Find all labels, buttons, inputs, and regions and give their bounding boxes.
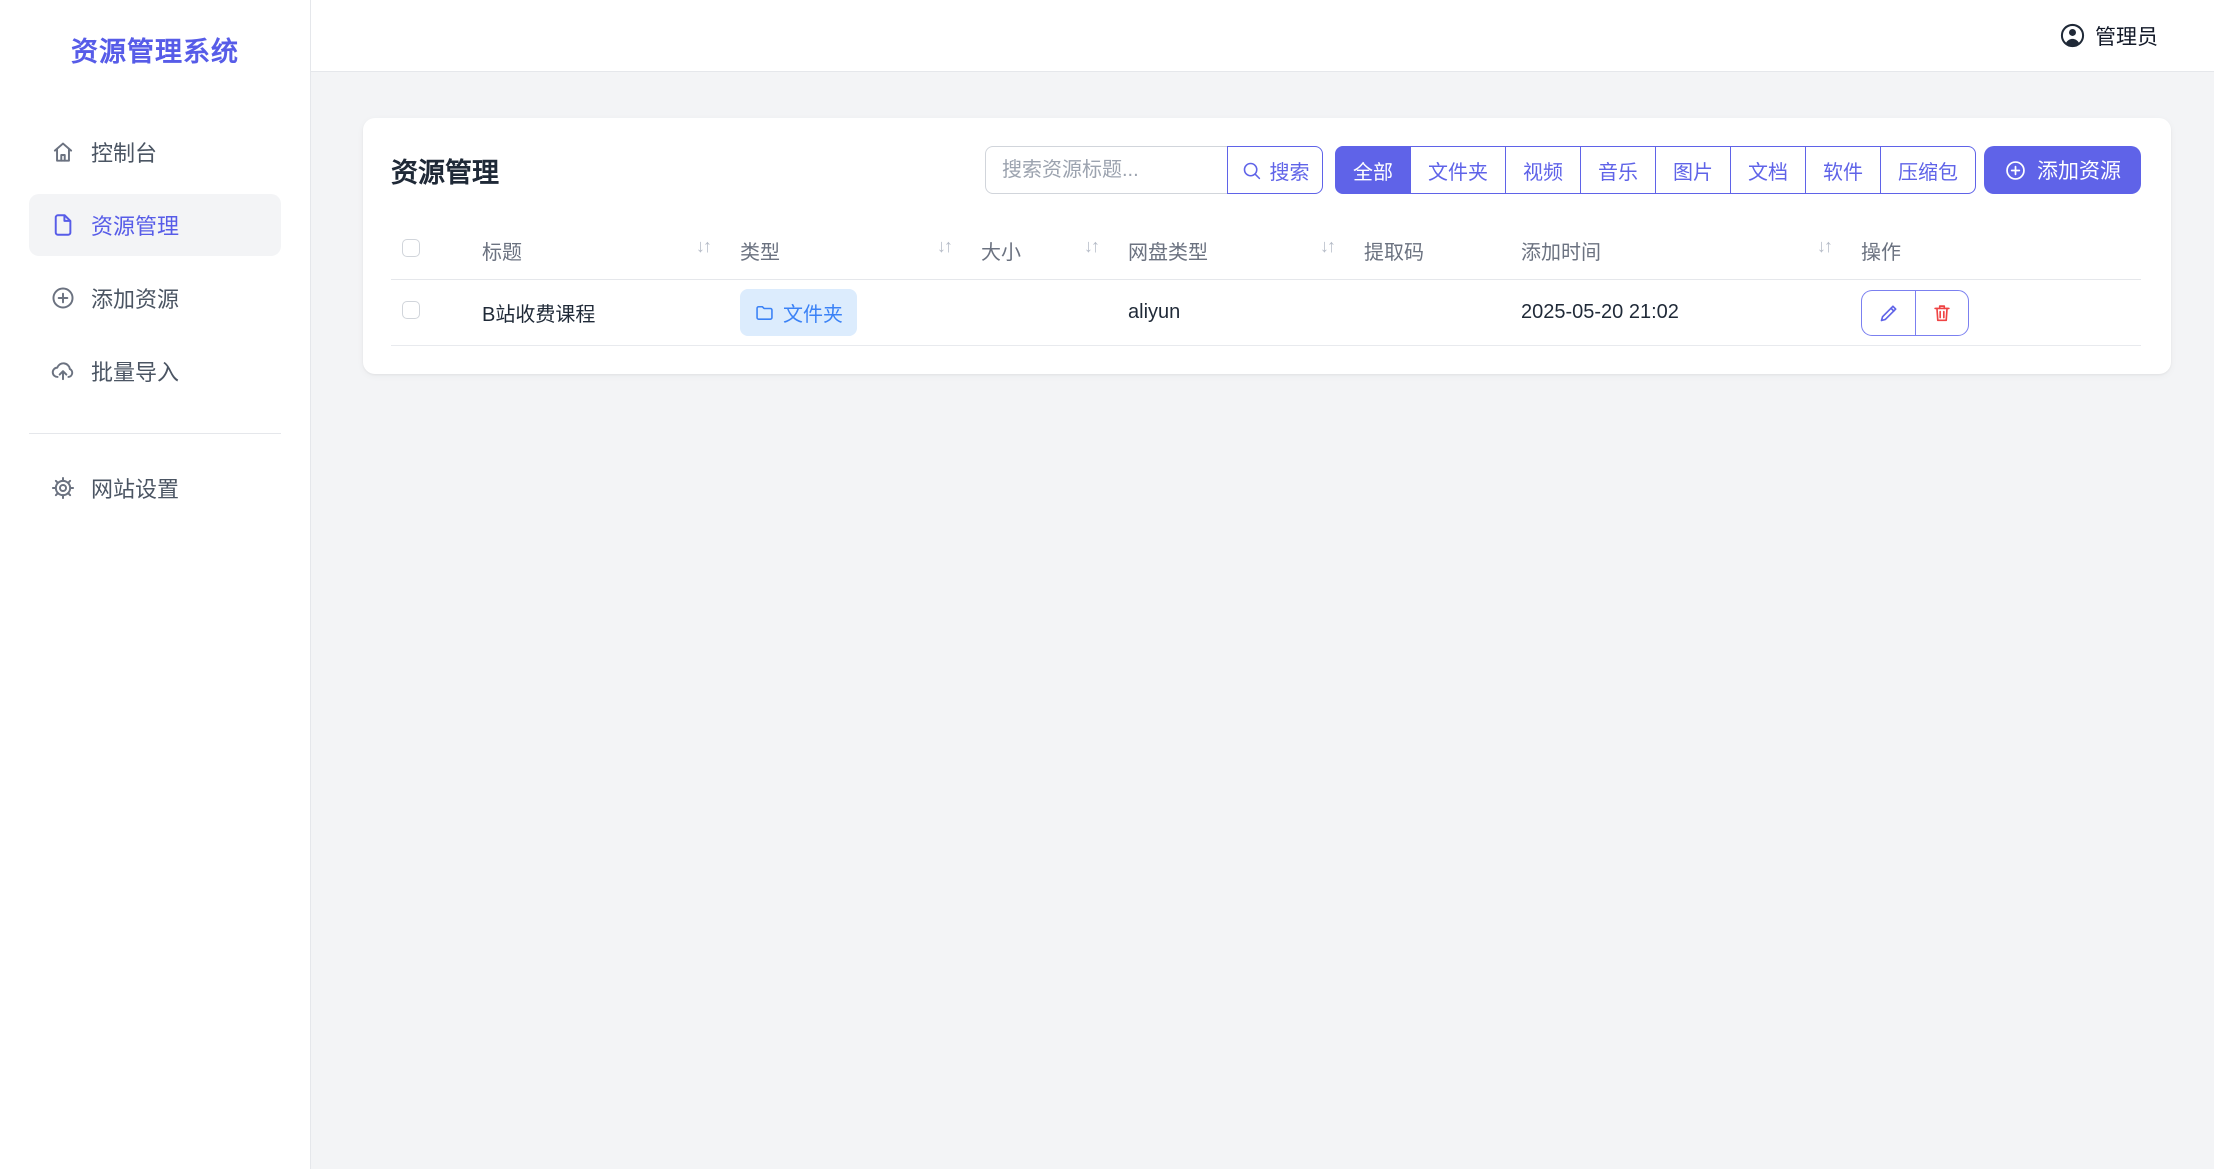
filter-document[interactable]: 文档 <box>1731 146 1806 194</box>
resource-table: ↓↑ 标题 ↓↑ 类型 ↓↑ 大小 <box>391 228 2141 346</box>
sidebar-item-resources[interactable]: 资源管理 <box>29 194 281 256</box>
filter-music[interactable]: 音乐 <box>1581 146 1656 194</box>
main-column: 管理员 资源管理 搜索 全部 <box>311 0 2214 1169</box>
column-code: 提取码 <box>1364 228 1521 280</box>
sidebar-item-dashboard[interactable]: 控制台 <box>29 121 281 183</box>
page-title: 资源管理 <box>391 151 499 190</box>
search-button-label: 搜索 <box>1270 156 1310 185</box>
user-circle-icon <box>2059 22 2086 49</box>
column-disk-type: ↓↑ 网盘类型 <box>1128 228 1364 280</box>
type-badge: 文件夹 <box>740 289 857 336</box>
filter-all[interactable]: 全部 <box>1335 146 1411 194</box>
cell-title: B站收费课程 <box>482 280 740 346</box>
type-badge-label: 文件夹 <box>783 298 843 327</box>
sidebar-item-label: 批量导入 <box>91 355 179 387</box>
sidebar-divider <box>29 433 281 434</box>
sidebar-item-label: 添加资源 <box>91 282 179 314</box>
sort-icon[interactable]: ↓↑ <box>1320 236 1334 257</box>
sort-icon[interactable]: ↓↑ <box>937 236 951 257</box>
sidebar-item-site-settings[interactable]: 网站设置 <box>29 457 281 519</box>
type-filter-group: 全部 文件夹 视频 音乐 图片 文档 软件 压缩包 <box>1335 146 1976 194</box>
sidebar-item-add-resource[interactable]: 添加资源 <box>29 267 281 329</box>
toolbar: 搜索 全部 文件夹 视频 音乐 图片 文档 软件 压缩包 <box>985 146 2141 194</box>
document-icon <box>50 212 76 238</box>
filter-video[interactable]: 视频 <box>1506 146 1581 194</box>
topbar: 管理员 <box>311 0 2214 72</box>
table-row: B站收费课程 文件夹 aliyun <box>391 280 2141 346</box>
select-all-checkbox[interactable] <box>402 239 420 257</box>
sidebar-item-batch-import[interactable]: 批量导入 <box>29 340 281 402</box>
cell-type: 文件夹 <box>740 280 981 346</box>
pencil-icon <box>1878 302 1900 324</box>
sidebar-nav: 控制台 资源管理 添加资源 批量导入 <box>0 121 310 519</box>
filter-image[interactable]: 图片 <box>1656 146 1731 194</box>
sidebar-item-label: 资源管理 <box>91 209 179 241</box>
home-icon <box>50 139 76 165</box>
plus-circle-icon <box>50 285 76 311</box>
column-type: ↓↑ 类型 <box>740 228 981 280</box>
sort-icon[interactable]: ↓↑ <box>696 236 710 257</box>
brand-title: 资源管理系统 <box>0 0 310 69</box>
cell-actions <box>1861 280 2141 346</box>
gear-icon <box>50 475 76 501</box>
cell-code <box>1364 280 1521 346</box>
sidebar: 资源管理系统 控制台 资源管理 添加资源 <box>0 0 311 1169</box>
filter-software[interactable]: 软件 <box>1806 146 1881 194</box>
trash-icon <box>1931 302 1953 324</box>
sort-icon[interactable]: ↓↑ <box>1084 236 1098 257</box>
user-menu[interactable]: 管理员 <box>2059 21 2158 51</box>
column-size: ↓↑ 大小 <box>981 228 1128 280</box>
column-title: ↓↑ 标题 <box>482 228 740 280</box>
sidebar-item-label: 控制台 <box>91 136 157 168</box>
folder-icon <box>754 302 775 323</box>
content-area: 资源管理 搜索 全部 文件夹 视频 <box>311 72 2214 374</box>
cell-size <box>981 280 1128 346</box>
search-icon <box>1241 160 1262 181</box>
filter-archive[interactable]: 压缩包 <box>1881 146 1976 194</box>
cell-disk-type: aliyun <box>1128 280 1364 346</box>
add-resource-label: 添加资源 <box>2037 155 2121 185</box>
row-action-group <box>1861 290 1969 336</box>
delete-button[interactable] <box>1915 290 1969 336</box>
cloud-upload-icon <box>50 358 76 384</box>
sidebar-item-label: 网站设置 <box>91 472 179 504</box>
edit-button[interactable] <box>1861 290 1915 336</box>
column-added-at: ↓↑ 添加时间 <box>1521 228 1861 280</box>
user-name: 管理员 <box>2095 21 2158 51</box>
resource-management-card: 资源管理 搜索 全部 文件夹 视频 <box>363 118 2171 374</box>
row-checkbox[interactable] <box>402 301 420 319</box>
plus-circle-icon <box>2004 159 2027 182</box>
sort-icon[interactable]: ↓↑ <box>1817 236 1831 257</box>
cell-added-at: 2025-05-20 21:02 <box>1521 280 1861 346</box>
card-header: 资源管理 搜索 全部 文件夹 视频 <box>391 146 2141 194</box>
search-input[interactable] <box>985 146 1228 194</box>
column-actions: 操作 <box>1861 228 2141 280</box>
search-button[interactable]: 搜索 <box>1227 146 1323 194</box>
add-resource-button[interactable]: 添加资源 <box>1984 146 2141 194</box>
table-header-row: ↓↑ 标题 ↓↑ 类型 ↓↑ 大小 <box>391 228 2141 280</box>
filter-folder[interactable]: 文件夹 <box>1411 146 1506 194</box>
app: 资源管理系统 控制台 资源管理 添加资源 <box>0 0 2214 1169</box>
